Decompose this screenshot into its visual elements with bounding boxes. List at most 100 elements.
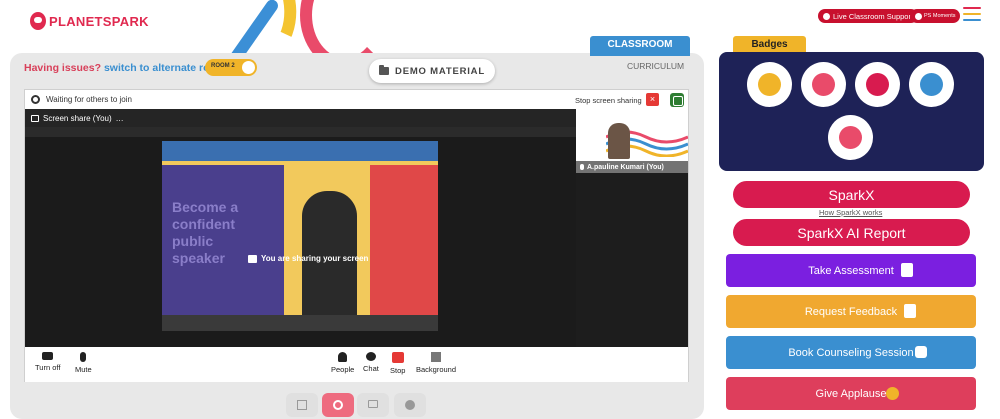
slide-line-2: confident [172,216,235,232]
badge-5[interactable] [828,115,873,160]
gear-icon[interactable] [31,95,40,104]
participant-name: A.pauline Kumari (You) [587,163,664,171]
shared-screen: Become a confident public speaker You ar… [25,127,576,347]
screen-share-icon [31,114,39,122]
slide-line-3: public [172,233,214,249]
mic-icon [580,164,584,170]
microphone-icon [80,352,87,362]
screen-share-bar: Screen share (You) … [25,109,576,127]
video-camera-icon [42,352,54,360]
shared-screen-tabbar [25,127,576,137]
badges-panel [719,52,984,171]
screen-share-label: Screen share (You) [43,113,112,123]
badge-1[interactable] [747,62,792,107]
video-area: Screen share (You) … Become a confident … [25,109,688,347]
more-options-icon[interactable]: … [116,114,124,123]
stop-screen-sharing-label: Stop screen sharing [575,96,642,105]
book-counseling-label: Book Counseling Session [788,346,914,359]
participant-name-bar: A.pauline Kumari (You) [576,161,688,173]
palette-button[interactable] [394,393,426,417]
slide-text: Become a confident public speaker [172,199,238,267]
room-toggle-label: ROOM 2 [211,63,235,69]
shared-slide: Become a confident public speaker [162,141,438,331]
issues-text: Having issues? [24,62,102,74]
sparkx-button[interactable]: SparkX [733,181,970,208]
menu-icon[interactable] [963,7,981,23]
live-classroom-support-button[interactable]: Live Classroom Support [818,9,919,23]
ps-moments-button[interactable]: PS Moments [910,9,961,23]
stop-share-icon [391,352,404,363]
participant-video [608,123,630,159]
fullscreen-button[interactable] [286,393,318,417]
palette-icon [405,400,415,410]
take-assessment-label: Take Assessment [808,264,894,277]
badge-3[interactable] [855,62,900,107]
live-support-label: Live Classroom Support [833,11,914,21]
sparkx-ai-report-button[interactable]: SparkX AI Report [733,219,970,246]
request-feedback-label: Request Feedback [804,305,898,318]
take-assessment-button[interactable]: Take Assessment [726,254,976,287]
slide-line-4: speaker [172,250,225,266]
stop-button[interactable]: Stop [390,352,405,375]
robot-badge-icon [839,126,862,149]
how-sparkx-works-link[interactable]: How SparkX works [819,208,882,217]
give-applause-label: Give Applause [815,387,887,400]
screen-button[interactable] [357,393,389,417]
logo-text: PLANETSPARK [49,13,149,29]
background-button[interactable]: Background [416,352,456,374]
phone-icon [915,346,927,358]
logo[interactable]: PLANETSPARK [30,12,149,30]
issues-message: Having issues? switch to alternate room [24,62,225,74]
sharing-message-text: You are sharing your screen [261,254,369,263]
demo-material-label: DEMO MATERIAL [395,65,485,77]
chat-icon [365,352,376,361]
stop-share-close-icon[interactable]: × [646,93,659,106]
document-icon [904,304,916,318]
badge-2[interactable] [801,62,846,107]
people-button[interactable]: People [331,352,354,374]
slide-right-panel [370,165,438,331]
monitor-icon [368,400,378,408]
slide-footer [162,315,438,331]
character-badge-icon [812,73,835,96]
mute-label: Mute [75,365,92,374]
people-label: People [331,365,355,374]
demo-material-button[interactable]: DEMO MATERIAL [369,59,495,83]
tab-classroom[interactable]: CLASSROOM [590,36,690,56]
waiting-text: Waiting for others to join [46,95,132,104]
sharing-message: You are sharing your screen [248,254,368,263]
sparkx-ai-report-label: SparkX AI Report [797,224,906,241]
give-applause-button[interactable]: Give Applause [726,377,976,410]
turn-off-button[interactable]: Turn off [35,352,60,372]
chat-button[interactable]: Chat [363,352,379,373]
stop-label: Stop [390,366,406,375]
logo-mark-icon [30,12,46,30]
folder-icon [379,65,390,75]
fullscreen-icon [297,400,307,410]
end-call-button[interactable] [322,393,354,417]
request-feedback-button[interactable]: Request Feedback [726,295,976,328]
sparkx-label: SparkX [828,186,875,203]
clipboard-icon [901,263,913,277]
participant-tile[interactable]: A.pauline Kumari (You) [576,109,688,173]
meeting-controls: Turn off Mute People Chat Stop Backgroun… [25,347,688,382]
badge-4[interactable] [909,62,954,107]
mute-button[interactable]: Mute [75,352,92,374]
camera-icon [915,12,922,20]
book-counseling-button[interactable]: Book Counseling Session [726,336,976,369]
toggle-knob [242,61,255,74]
background-label: Background [416,365,457,374]
power-icon [333,400,343,410]
tab-curriculum[interactable]: CURRICULUM [627,61,684,71]
ribbon-badge-icon [920,73,943,96]
clap-icon [886,387,899,400]
ps-moments-label: PS Moments [924,13,956,19]
room-toggle[interactable]: ROOM 2 [205,59,257,76]
chat-label: Chat [363,364,379,373]
slide-line-1: Become a [172,199,239,215]
share-screen-icon [248,254,257,263]
slide-header [162,141,438,161]
page: PLANETSPARK Live Classroom Support PS Mo… [0,0,1000,419]
screen-share-icon[interactable] [670,93,684,107]
trophy-badge-icon [758,73,781,96]
